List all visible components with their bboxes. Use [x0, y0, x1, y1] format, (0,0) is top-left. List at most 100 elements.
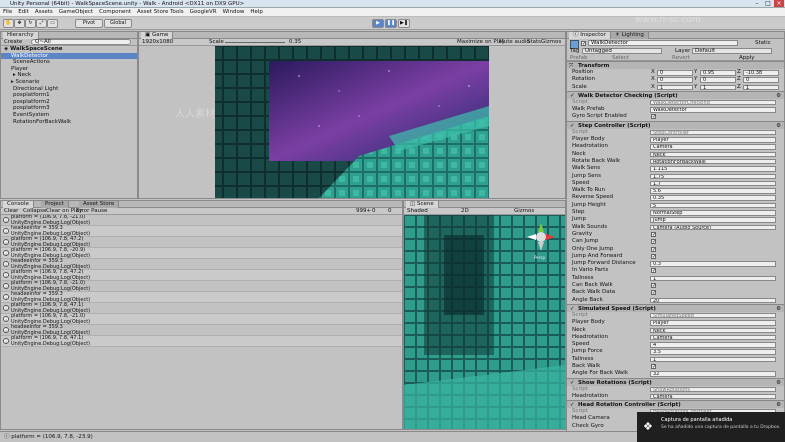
- clear-button[interactable]: Clear: [4, 208, 18, 214]
- hand-tool-icon[interactable]: ✋: [3, 19, 14, 28]
- game-viewport[interactable]: [139, 46, 565, 198]
- scene-viewport[interactable]: Persp: [404, 215, 565, 429]
- hierarchy-item[interactable]: ▸ Scenario: [1, 79, 137, 86]
- hierarchy-item[interactable]: posplatform1: [1, 92, 137, 99]
- property-field[interactable]: 4: [650, 342, 776, 348]
- property-checkbox[interactable]: ✓: [651, 268, 656, 274]
- dropbox-notification[interactable]: ❖ Captura de pantalla añadida Se ha añad…: [637, 412, 785, 442]
- property-field[interactable]: 20: [650, 297, 776, 304]
- scene-gizmos-button[interactable]: Gizmos: [514, 208, 534, 214]
- scale-tool-icon[interactable]: ⤢: [36, 19, 47, 28]
- property-field[interactable]: SimulatedSpeed: [650, 312, 776, 319]
- property-field[interactable]: Neck: [650, 327, 776, 333]
- hierarchy-item[interactable]: Directional Light: [1, 86, 137, 93]
- step-button[interactable]: ▶❚: [398, 19, 410, 28]
- transform-header[interactable]: ⤧ Transform: [567, 61, 784, 69]
- layer-dropdown[interactable]: Default: [692, 48, 772, 54]
- menu-file[interactable]: File: [0, 8, 15, 17]
- menu-edit[interactable]: Edit: [15, 8, 32, 17]
- property-checkbox[interactable]: ✓: [651, 239, 656, 245]
- menu-googlevr[interactable]: GoogleVR: [187, 8, 220, 17]
- play-button[interactable]: ▶: [372, 19, 384, 28]
- static-checkbox[interactable]: Static: [755, 40, 771, 46]
- property-field[interactable]: 0.3: [650, 261, 776, 267]
- property-field[interactable]: Camera: [650, 334, 776, 341]
- global-toggle[interactable]: Global: [104, 19, 132, 28]
- property-field[interactable]: Player: [650, 320, 776, 326]
- close-button[interactable]: ×: [774, 0, 784, 7]
- axis-value-field[interactable]: 0: [743, 77, 779, 83]
- tab-asset-store[interactable]: Asset Store: [79, 201, 120, 208]
- hierarchy-item[interactable]: Player: [1, 66, 137, 73]
- property-field[interactable]: WalkDetector: [650, 107, 776, 113]
- property-field[interactable]: Camera: [650, 144, 776, 150]
- menu-window[interactable]: Window: [220, 8, 248, 17]
- property-field[interactable]: 5: [650, 202, 776, 209]
- property-field[interactable]: 32: [650, 371, 776, 377]
- tab-game[interactable]: ▣ Game: [141, 32, 174, 39]
- hierarchy-item[interactable]: RotationForBackWalk: [1, 119, 137, 126]
- stats-button[interactable]: Stats: [527, 39, 541, 45]
- gizmos-button[interactable]: Gizmos: [541, 39, 561, 45]
- move-tool-icon[interactable]: ✥: [14, 19, 25, 28]
- axis-value-field[interactable]: -10.38: [743, 70, 779, 76]
- error-count[interactable]: 0: [388, 208, 392, 214]
- property-field[interactable]: ShowRotations: [650, 386, 776, 393]
- property-field[interactable]: 0.35: [650, 195, 776, 201]
- axis-value-field[interactable]: 0: [657, 77, 693, 83]
- property-field[interactable]: StepController: [650, 129, 776, 136]
- 2d-toggle[interactable]: 2D: [461, 208, 469, 214]
- property-field[interactable]: Camera: [650, 393, 776, 400]
- tab-lighting[interactable]: ☀ Lighting: [611, 32, 649, 39]
- property-checkbox[interactable]: ✓: [651, 290, 656, 296]
- property-checkbox[interactable]: ✓: [651, 283, 656, 289]
- property-field[interactable]: 3.5: [650, 349, 776, 355]
- component-header[interactable]: ✓ Show Rotations (Script) ⚙: [567, 377, 784, 386]
- menu-asset-store-tools[interactable]: Asset Store Tools: [134, 8, 187, 17]
- axis-value-field[interactable]: 0: [657, 70, 693, 76]
- axis-value-field[interactable]: 1: [743, 84, 779, 91]
- property-checkbox[interactable]: ✓: [651, 246, 656, 252]
- tab-scene[interactable]: ◫ Scene: [406, 201, 439, 208]
- property-field[interactable]: 1.115: [650, 166, 776, 172]
- property-field[interactable]: 1: [650, 356, 776, 363]
- hierarchy-item[interactable]: SceneActions: [1, 59, 137, 66]
- shaded-dropdown[interactable]: Shaded: [407, 208, 428, 214]
- hierarchy-item[interactable]: WalkDetector: [1, 52, 137, 60]
- pause-button[interactable]: ❚❚: [385, 19, 397, 28]
- component-header[interactable]: ✓ Head Rotation Controller (Script) ⚙: [567, 400, 784, 409]
- property-field[interactable]: 1.7: [650, 180, 776, 187]
- property-field[interactable]: 5.6: [650, 188, 776, 194]
- tab-console[interactable]: Console: [3, 201, 34, 208]
- hierarchy-search-input[interactable]: Q~All: [31, 39, 131, 45]
- hierarchy-item[interactable]: ▸ Neck: [1, 72, 137, 79]
- scene-root[interactable]: ◈ WalkSpaceScene: [1, 46, 137, 53]
- menu-assets[interactable]: Assets: [32, 8, 56, 17]
- property-checkbox[interactable]: ✓: [651, 363, 656, 369]
- property-field[interactable]: Camera (Audio Source): [650, 224, 776, 231]
- property-field[interactable]: WalkDetectorChecking: [650, 99, 776, 106]
- menu-help[interactable]: Help: [247, 8, 266, 17]
- menu-component[interactable]: Component: [96, 8, 134, 17]
- object-name-field[interactable]: WalkDetector: [588, 40, 738, 46]
- property-field[interactable]: NormalStep: [650, 210, 776, 216]
- create-dropdown[interactable]: Create: [4, 39, 22, 45]
- pivot-toggle[interactable]: Pivot: [75, 19, 103, 28]
- menu-gameobject[interactable]: GameObject: [56, 8, 96, 17]
- rotate-tool-icon[interactable]: ↻: [25, 19, 36, 28]
- axis-value-field[interactable]: 0: [700, 77, 736, 83]
- component-header[interactable]: ✓ Walk Detector Checking (Script) ⚙: [567, 90, 784, 99]
- tab-project[interactable]: Project: [41, 201, 69, 208]
- warning-count[interactable]: 0: [372, 208, 376, 214]
- resolution-dropdown[interactable]: 1920x1080: [142, 39, 173, 45]
- property-field[interactable]: Player: [650, 137, 776, 143]
- hierarchy-item[interactable]: EventSystem: [1, 112, 137, 119]
- property-field[interactable]: 1: [650, 275, 776, 282]
- property-checkbox[interactable]: ✓: [651, 231, 656, 237]
- tag-dropdown[interactable]: Untagged: [582, 48, 662, 54]
- property-field[interactable]: 1.75: [650, 173, 776, 180]
- console-row[interactable]: i platform = (106.9, 7.8, 47.1) UnityEngin…: [1, 335, 402, 347]
- info-count[interactable]: 999+: [356, 208, 371, 214]
- property-checkbox[interactable]: ✓: [651, 253, 656, 259]
- component-header[interactable]: ✓ Step Controller (Script) ⚙: [567, 120, 784, 129]
